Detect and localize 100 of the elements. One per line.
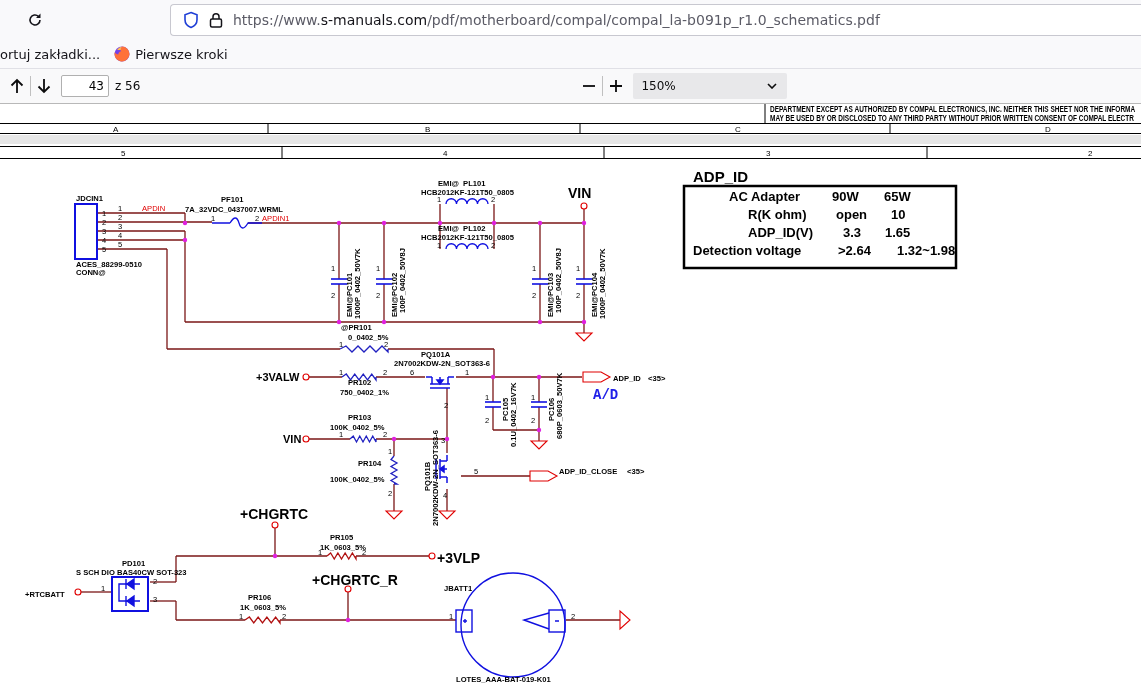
wire: [375, 376, 426, 378]
table-cell: AC Adapter: [729, 189, 801, 204]
bookmark-link[interactable]: ortuj zakładki...: [0, 46, 101, 62]
capacitor-symbol: [575, 278, 593, 285]
transistor-symbol: [425, 376, 455, 389]
resistor-symbol: [339, 345, 389, 354]
shield-icon[interactable]: [183, 11, 199, 29]
net-label: +CHGRTC_R: [312, 572, 398, 588]
junction-dot: [491, 220, 497, 226]
page-number-field[interactable]: 43: [61, 75, 109, 97]
junction-dot: [182, 220, 188, 226]
table-cell: 90W: [832, 189, 859, 204]
net-terminal: [271, 521, 279, 529]
page-count: z 56: [115, 79, 141, 93]
column-marker: A: [113, 124, 119, 134]
junction-dot: [581, 319, 587, 325]
browser-logo-icon: [114, 46, 131, 62]
junction-dot: [182, 237, 188, 243]
net-label: VIN: [568, 185, 592, 201]
junction-dot: [581, 220, 587, 226]
url-text: https://www.s-manuals.com/pdf/motherboard/compal/compal_la-b091p_r1.0_schematics.pdf: [233, 12, 880, 28]
plus-icon: [609, 79, 624, 93]
bookmark-link[interactable]: Pierwsze kroki: [135, 46, 228, 62]
junction-dot: [272, 553, 278, 559]
connector-symbol: [74, 203, 98, 260]
junction-dot: [336, 220, 342, 226]
arrow-up-icon: [10, 78, 24, 94]
notice-text: DEPARTMENT EXCEPT AS AUTHORIZED BY COMPAL ELECTRONICS, INC. NEITHER THIS SHEET NOR THE INFORMA: [770, 104, 1136, 115]
table-cell: 1.65: [885, 225, 911, 240]
capacitor-symbol: [330, 278, 348, 285]
address-bar[interactable]: https://www.s-manuals.com/pdf/motherboard/compal/compal_la-b091p_r1.0_schematics.pdf: [170, 4, 1141, 36]
inductor-symbol: [445, 198, 489, 205]
wire: [308, 376, 343, 378]
table-cell: R(K ohm): [748, 207, 807, 222]
wire: [446, 488, 448, 512]
table-title: ADP_ID: [693, 168, 748, 185]
diode-symbol: [111, 576, 149, 612]
junction-dot: [345, 617, 351, 623]
table-cell: Detection voltage: [693, 243, 802, 258]
junction-dot: [391, 436, 397, 442]
lock-icon[interactable]: [209, 12, 223, 28]
capacitor-symbol: [375, 278, 393, 285]
ground-symbol: [437, 510, 457, 520]
capacitor-symbol: [530, 401, 548, 408]
net-label: +CHGRTC: [240, 506, 309, 522]
wire: [308, 438, 351, 440]
zoom-select[interactable]: 150%: [633, 73, 788, 99]
row-marker: 3: [766, 148, 771, 158]
net-terminal: [428, 552, 436, 560]
table-cell: 1.32~1.98: [897, 243, 956, 258]
junction-dot: [336, 319, 342, 325]
table-cell: 10: [891, 207, 906, 222]
net-terminal: [74, 588, 82, 596]
wire: [460, 475, 531, 477]
inductor-symbol: [445, 243, 489, 250]
row-marker: 4: [443, 148, 448, 158]
port-flag: [582, 371, 612, 383]
junction-dot: [437, 220, 443, 226]
ground-symbol: [619, 609, 631, 631]
junction-dot: [536, 374, 542, 380]
resistor-symbol: [389, 455, 400, 485]
port-flag: [529, 470, 559, 482]
net-label: +3VLP: [437, 550, 481, 566]
junction-dot: [490, 374, 496, 380]
table-cell: 65W: [884, 189, 911, 204]
ground-symbol: [529, 440, 549, 450]
table-cell: >2.64: [838, 243, 871, 258]
resistor-symbol: [349, 434, 377, 444]
arrow-down-icon: [37, 78, 51, 94]
net-label: VIN: [283, 433, 302, 445]
resistor-symbol: [326, 551, 357, 562]
note-label: A/D: [593, 387, 619, 403]
junction-dot: [537, 319, 543, 325]
column-marker: C: [735, 124, 741, 134]
net-terminal: [344, 585, 352, 593]
net-label: +3VALW: [256, 371, 300, 383]
table-cell: open: [836, 207, 868, 222]
table-cell: ADP_ID(V): [748, 225, 813, 240]
table-cell: 3.3: [843, 225, 862, 240]
junction-dot: [381, 220, 387, 226]
junction-dot: [536, 427, 542, 433]
capacitor-symbol: [484, 401, 502, 408]
wire: [393, 483, 395, 512]
net-terminal: [302, 373, 310, 381]
chevron-down-icon: [767, 83, 778, 89]
resistor-symbol: [244, 615, 281, 625]
column-marker: B: [425, 124, 431, 134]
row-marker: 5: [121, 148, 126, 158]
net-terminal: [302, 435, 310, 443]
junction-dot: [444, 436, 450, 442]
resistor-symbol: [341, 372, 377, 383]
ground-symbol: [384, 510, 404, 520]
junction-dot: [537, 220, 543, 226]
ground-symbol: [574, 332, 594, 342]
fuse-symbol: [211, 217, 263, 229]
wire: [565, 619, 621, 621]
row-marker: 2: [1088, 148, 1093, 158]
reload-icon[interactable]: [26, 11, 44, 29]
capacitor-symbol: [531, 278, 549, 285]
wire: [80, 591, 113, 593]
